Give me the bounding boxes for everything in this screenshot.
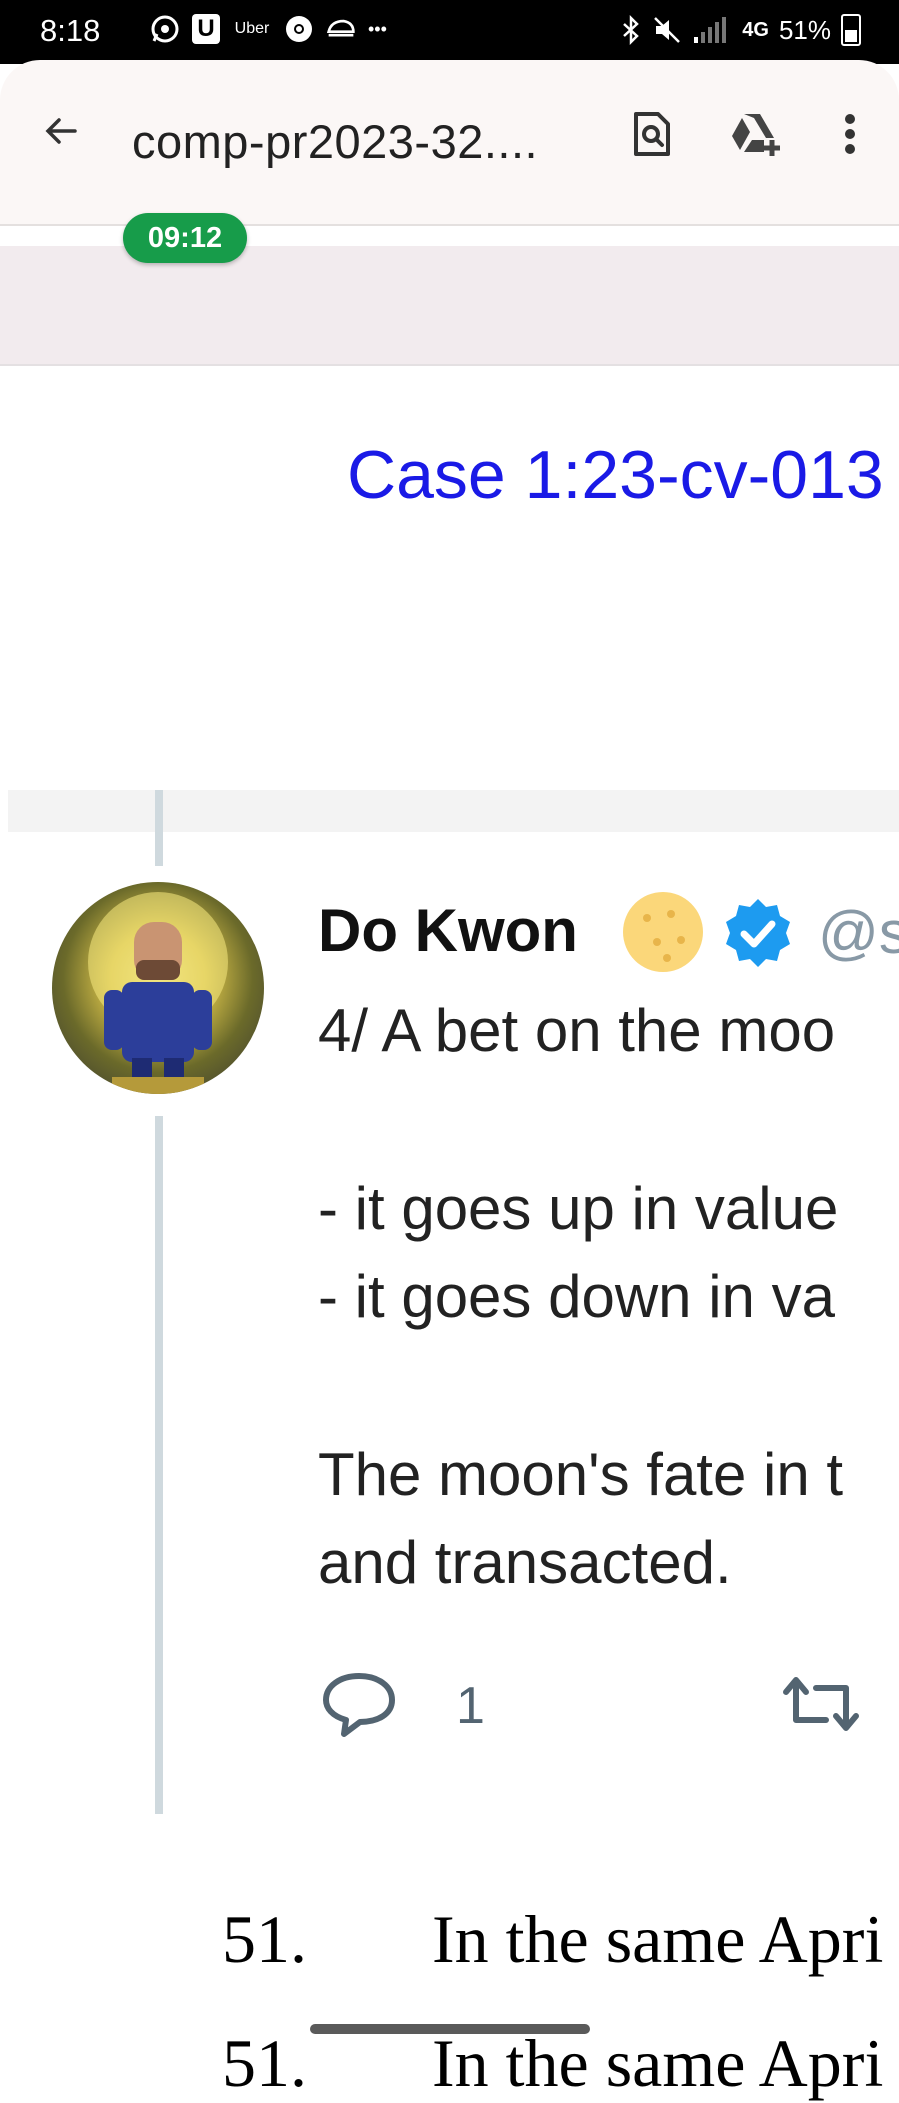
find-in-page-icon xyxy=(634,112,670,156)
tweet-line: - it goes down in va xyxy=(318,1263,835,1330)
paragraph-text: In the same Apri xyxy=(432,2025,884,2101)
paragraph-number: 51. xyxy=(222,2025,307,2101)
notification-icons: U Uber ••• xyxy=(150,14,387,44)
status-bar: 8:18 U Uber ••• 4G 51% xyxy=(0,0,899,64)
retweet-icon xyxy=(783,1677,859,1731)
back-button[interactable] xyxy=(36,106,86,156)
tweet-author: Do Kwon xyxy=(318,897,578,964)
battery-percent: 51% xyxy=(778,14,831,45)
tweet-line: and transacted. xyxy=(318,1529,732,1596)
tweet-handle: @s xyxy=(818,899,899,966)
verified-icon xyxy=(726,899,790,967)
avatar xyxy=(52,882,264,1094)
paragraph-number: 51. xyxy=(222,1901,307,1977)
bluetooth-icon xyxy=(623,15,640,45)
page-header-band xyxy=(0,246,899,366)
overflow-notifications: ••• xyxy=(368,18,387,39)
reply-count: 1 xyxy=(456,1677,485,1735)
add-to-drive-button[interactable] xyxy=(726,104,786,164)
moon-icon xyxy=(623,892,703,972)
more-vert-icon xyxy=(845,114,855,154)
tweet-line: 4/ A bet on the moo xyxy=(318,997,836,1064)
uber-icon: Uber xyxy=(234,20,270,37)
battery-icon xyxy=(841,14,861,46)
status-time: 8:18 xyxy=(40,13,101,48)
arrow-back-icon xyxy=(45,118,77,144)
more-options-button[interactable] xyxy=(820,104,880,164)
whatsapp-icon xyxy=(150,14,180,44)
add-to-drive-icon xyxy=(732,114,780,156)
tweet-line: - it goes up in value xyxy=(318,1175,839,1242)
case-header: Case 1:23-cv-013 xyxy=(347,437,884,513)
thread-line xyxy=(155,1116,163,1814)
document-title: comp-pr2023-32.... xyxy=(132,115,539,168)
network-type: 4G xyxy=(742,18,769,41)
mute-icon xyxy=(654,17,681,43)
paragraph-text: In the same Apri xyxy=(432,1901,884,1977)
chrome-icon xyxy=(284,14,314,44)
signal-icon xyxy=(694,17,727,43)
u-icon: U xyxy=(192,14,220,44)
find-in-page-button[interactable] xyxy=(622,104,682,164)
helmet-icon xyxy=(326,14,356,44)
reply-icon xyxy=(323,1673,395,1737)
gesture-navigation-bar[interactable] xyxy=(310,2024,590,2034)
tweet-divider xyxy=(8,790,899,832)
system-status: 4G 51% xyxy=(620,14,861,46)
timer-badge[interactable]: 09:12 xyxy=(123,213,247,263)
tweet-line: The moon's fate in t xyxy=(318,1441,844,1508)
app-bar: comp-pr2023-32.... xyxy=(0,60,899,226)
thread-line xyxy=(155,790,163,866)
